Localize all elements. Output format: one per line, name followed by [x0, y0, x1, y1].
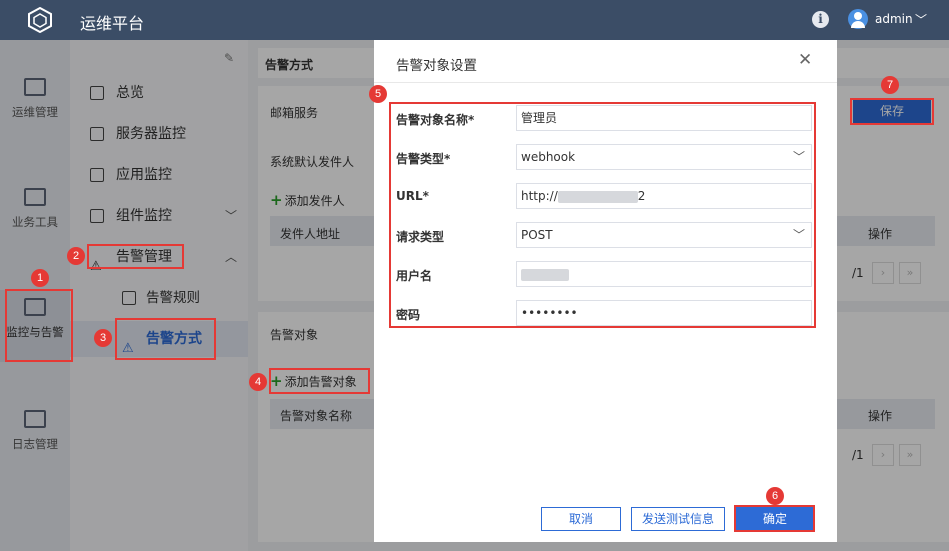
annotation-badge: 5 [369, 85, 387, 103]
top-bar: 运维平台 i admin ﹀ [0, 0, 949, 40]
avatar[interactable] [848, 9, 868, 29]
form-row-request-type: 请求类型 POST ﹀ [390, 217, 814, 256]
annotation-badge: 4 [249, 373, 267, 391]
alarm-type-select[interactable]: webhook ﹀ [516, 144, 812, 170]
alarm-type-value: webhook [521, 150, 576, 164]
url-prefix: http:// [521, 189, 558, 203]
chevron-down-icon[interactable]: ﹀ [915, 11, 927, 28]
info-icon[interactable]: i [812, 11, 829, 28]
request-type-value: POST [521, 228, 553, 242]
field-label: URL* [396, 189, 429, 203]
redacted-blur [521, 268, 569, 281]
field-label: 请求类型 [396, 230, 445, 244]
annotation-badge: 2 [67, 247, 85, 265]
form-row-url: URL* http:// 2 [390, 178, 814, 217]
request-type-select[interactable]: POST ﹀ [516, 222, 812, 248]
dialog-divider [374, 82, 837, 83]
send-test-button[interactable]: 发送测试信息 [631, 507, 725, 531]
field-label: 用户名 [396, 269, 433, 283]
app-title: 运维平台 [80, 14, 145, 33]
annotation-badge: 6 [766, 487, 784, 505]
field-label: 告警类型* [396, 152, 451, 166]
confirm-button[interactable]: 确定 [736, 507, 814, 531]
url-suffix: 2 [637, 189, 646, 203]
user-name[interactable]: admin [875, 12, 913, 26]
username-input[interactable] [516, 261, 812, 287]
target-name-input[interactable]: 管理员 [516, 105, 812, 131]
logo-icon [28, 7, 52, 33]
field-label: 密码 [396, 308, 421, 322]
annotation-badge: 1 [31, 269, 49, 287]
url-input[interactable]: http:// 2 [516, 183, 812, 209]
cancel-button[interactable]: 取消 [541, 507, 621, 531]
form-row-alarm-type: 告警类型* webhook ﹀ [390, 139, 814, 178]
alarm-target-dialog: 告警对象设置 ✕ 告警对象名称* 管理员 告警类型* webhook ﹀ URL… [374, 40, 837, 542]
chevron-down-icon: ﹀ [792, 150, 805, 164]
dialog-title: 告警对象设置 [396, 58, 477, 74]
form-row-target-name: 告警对象名称* 管理员 [390, 100, 814, 139]
close-icon[interactable]: ✕ [798, 50, 812, 70]
redacted-blur [557, 190, 638, 203]
field-label: 告警对象名称* [396, 113, 475, 127]
password-input[interactable]: •••••••• [516, 300, 812, 326]
annotation-badge: 3 [94, 329, 112, 347]
chevron-down-icon: ﹀ [792, 228, 805, 242]
form-row-password: 密码 •••••••• [390, 295, 814, 334]
form-row-username: 用户名 [390, 256, 814, 295]
annotation-badge: 7 [881, 76, 899, 94]
